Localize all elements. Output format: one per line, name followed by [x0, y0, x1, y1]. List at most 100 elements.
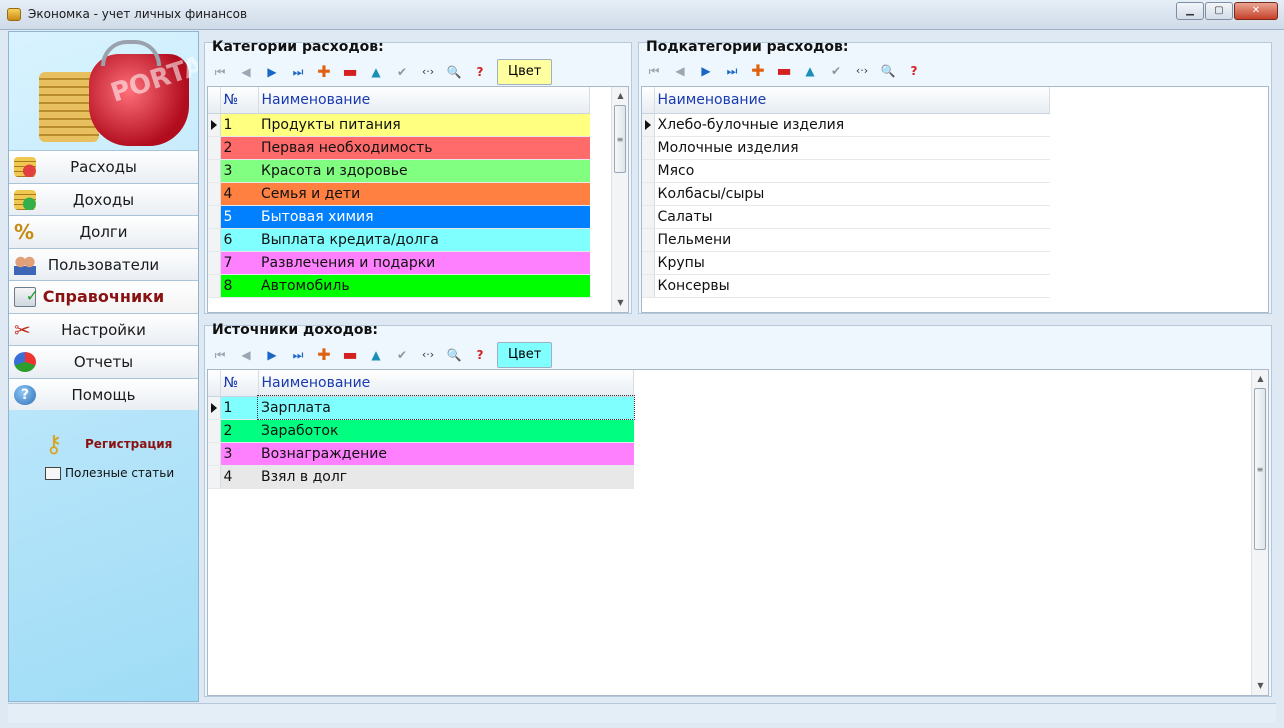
delete-record-icon[interactable]: ▬: [771, 59, 797, 83]
table-row[interactable]: 1 Продукты питания: [208, 113, 590, 137]
row-indicator[interactable]: [642, 159, 655, 183]
cell-number[interactable]: 3: [220, 442, 258, 466]
current-row-indicator-icon[interactable]: [208, 396, 221, 420]
table-row[interactable]: Консервы: [642, 274, 1050, 298]
next-record-icon[interactable]: ▶: [259, 343, 285, 367]
sidebar-item-reports[interactable]: Отчеты: [9, 345, 198, 378]
row-indicator[interactable]: [642, 205, 655, 229]
row-indicator[interactable]: [208, 136, 221, 160]
row-indicator[interactable]: [208, 182, 221, 206]
table-row[interactable]: 3 Красота и здоровье: [208, 159, 590, 183]
help-question-icon[interactable]: ?: [467, 343, 493, 367]
last-record-icon[interactable]: ⏭: [719, 59, 745, 83]
row-indicator[interactable]: [642, 251, 655, 275]
current-row-indicator-icon[interactable]: [642, 113, 655, 137]
color-button[interactable]: Цвет: [497, 342, 553, 368]
cell-name[interactable]: Семья и дети: [258, 182, 590, 206]
table-row[interactable]: 1 Зарплата: [208, 395, 635, 420]
minimize-button[interactable]: ▁: [1176, 2, 1204, 20]
cell-name[interactable]: Первая необходимость: [258, 136, 590, 160]
cell-name[interactable]: Мясо: [654, 159, 1050, 183]
cell-name[interactable]: Салаты: [654, 205, 1050, 229]
help-question-icon[interactable]: ?: [467, 60, 493, 84]
sidebar-item-references[interactable]: Справочники: [9, 280, 198, 313]
table-row[interactable]: 2 Заработок: [208, 419, 634, 443]
add-record-icon[interactable]: ✚: [311, 60, 337, 84]
scroll-thumb[interactable]: ≡: [614, 105, 626, 173]
row-indicator[interactable]: [642, 228, 655, 252]
cell-number[interactable]: 5: [220, 205, 258, 229]
edit-record-icon[interactable]: ▲: [363, 343, 389, 367]
cell-name[interactable]: Выплата кредита/долга: [258, 228, 590, 252]
cell-number[interactable]: 7: [220, 251, 258, 275]
useful-articles-link[interactable]: Полезные статьи: [45, 464, 195, 484]
column-header-name[interactable]: Наименование: [258, 370, 634, 397]
post-record-icon[interactable]: ✔: [389, 60, 415, 84]
row-indicator[interactable]: [208, 159, 221, 183]
help-question-icon[interactable]: ?: [901, 59, 927, 83]
cell-number[interactable]: 2: [220, 136, 258, 160]
scroll-up-icon[interactable]: ▲: [612, 89, 628, 103]
table-row[interactable]: Молочные изделия: [642, 136, 1050, 160]
sidebar-item-debts[interactable]: % Долги: [9, 215, 198, 248]
column-header-name[interactable]: Наименование: [258, 87, 590, 114]
table-row[interactable]: 4 Взял в долг: [208, 465, 634, 489]
search-icon[interactable]: 🔍: [441, 60, 467, 84]
scroll-thumb[interactable]: ≡: [1254, 388, 1266, 550]
cell-name[interactable]: Крупы: [654, 251, 1050, 275]
cell-name[interactable]: Колбасы/сыры: [654, 182, 1050, 206]
row-indicator[interactable]: [642, 274, 655, 298]
cell-name[interactable]: Продукты питания: [258, 113, 590, 137]
delete-record-icon[interactable]: ▬: [337, 60, 363, 84]
last-record-icon[interactable]: ⏭: [285, 60, 311, 84]
cell-number[interactable]: 6: [220, 228, 258, 252]
table-row[interactable]: Пельмени: [642, 228, 1050, 252]
first-record-icon[interactable]: ⏮: [207, 60, 233, 84]
table-row[interactable]: 4 Семья и дети: [208, 182, 590, 206]
cell-number[interactable]: 4: [220, 465, 258, 489]
table-row[interactable]: Колбасы/сыры: [642, 182, 1050, 206]
prev-record-icon[interactable]: ◀: [667, 59, 693, 83]
table-row[interactable]: 3 Вознаграждение: [208, 442, 634, 466]
post-record-icon[interactable]: ✔: [823, 59, 849, 83]
prev-record-icon[interactable]: ◀: [233, 343, 259, 367]
column-header-number[interactable]: №: [220, 87, 259, 114]
sidebar-item-expenses[interactable]: Расходы: [9, 150, 198, 183]
cell-number[interactable]: 1: [220, 113, 258, 137]
cell-number[interactable]: 4: [220, 182, 258, 206]
sidebar-item-income[interactable]: Доходы: [9, 182, 198, 215]
scroll-up-icon[interactable]: ▲: [1252, 372, 1268, 386]
edit-record-icon[interactable]: ▲: [363, 60, 389, 84]
cell-name[interactable]: Красота и здоровье: [258, 159, 590, 183]
delete-record-icon[interactable]: ▬: [337, 343, 363, 367]
cell-name[interactable]: Автомобиль: [258, 274, 590, 298]
scroll-down-icon[interactable]: ▼: [612, 296, 628, 310]
add-record-icon[interactable]: ✚: [311, 343, 337, 367]
table-row[interactable]: 6 Выплата кредита/долга: [208, 228, 590, 252]
cell-number[interactable]: 2: [220, 419, 258, 443]
current-row-indicator-icon[interactable]: [208, 113, 221, 137]
row-indicator[interactable]: [208, 205, 221, 229]
row-indicator[interactable]: [208, 251, 221, 275]
table-row[interactable]: 2 Первая необходимость: [208, 136, 590, 160]
sidebar-item-help[interactable]: ? Помощь: [9, 377, 198, 410]
maximize-button[interactable]: ▢: [1205, 2, 1233, 20]
table-row[interactable]: Салаты: [642, 205, 1050, 229]
cell-name[interactable]: Консервы: [654, 274, 1050, 298]
table-row[interactable]: 5 Бытовая химия: [208, 205, 590, 229]
cell-name[interactable]: Бытовая химия: [258, 205, 590, 229]
last-record-icon[interactable]: ⏭: [285, 343, 311, 367]
cell-number[interactable]: 1: [220, 396, 258, 420]
column-header-number[interactable]: №: [220, 370, 259, 397]
first-record-icon[interactable]: ⏮: [641, 59, 667, 83]
cell-name[interactable]: Развлечения и подарки: [258, 251, 590, 275]
sidebar-item-settings[interactable]: ✂ Настройки: [9, 312, 198, 345]
color-button[interactable]: Цвет: [497, 59, 553, 85]
prev-record-icon[interactable]: ◀: [233, 60, 259, 84]
cell-name[interactable]: Пельмени: [654, 228, 1050, 252]
row-indicator[interactable]: [208, 274, 221, 298]
cell-name[interactable]: Хлебо-булочные изделия: [654, 113, 1050, 137]
column-header-name[interactable]: Наименование: [654, 87, 1050, 114]
expense-categories-scrollbar[interactable]: ▲ ≡ ▼: [611, 87, 628, 312]
table-row[interactable]: Хлебо-булочные изделия: [642, 113, 1050, 137]
